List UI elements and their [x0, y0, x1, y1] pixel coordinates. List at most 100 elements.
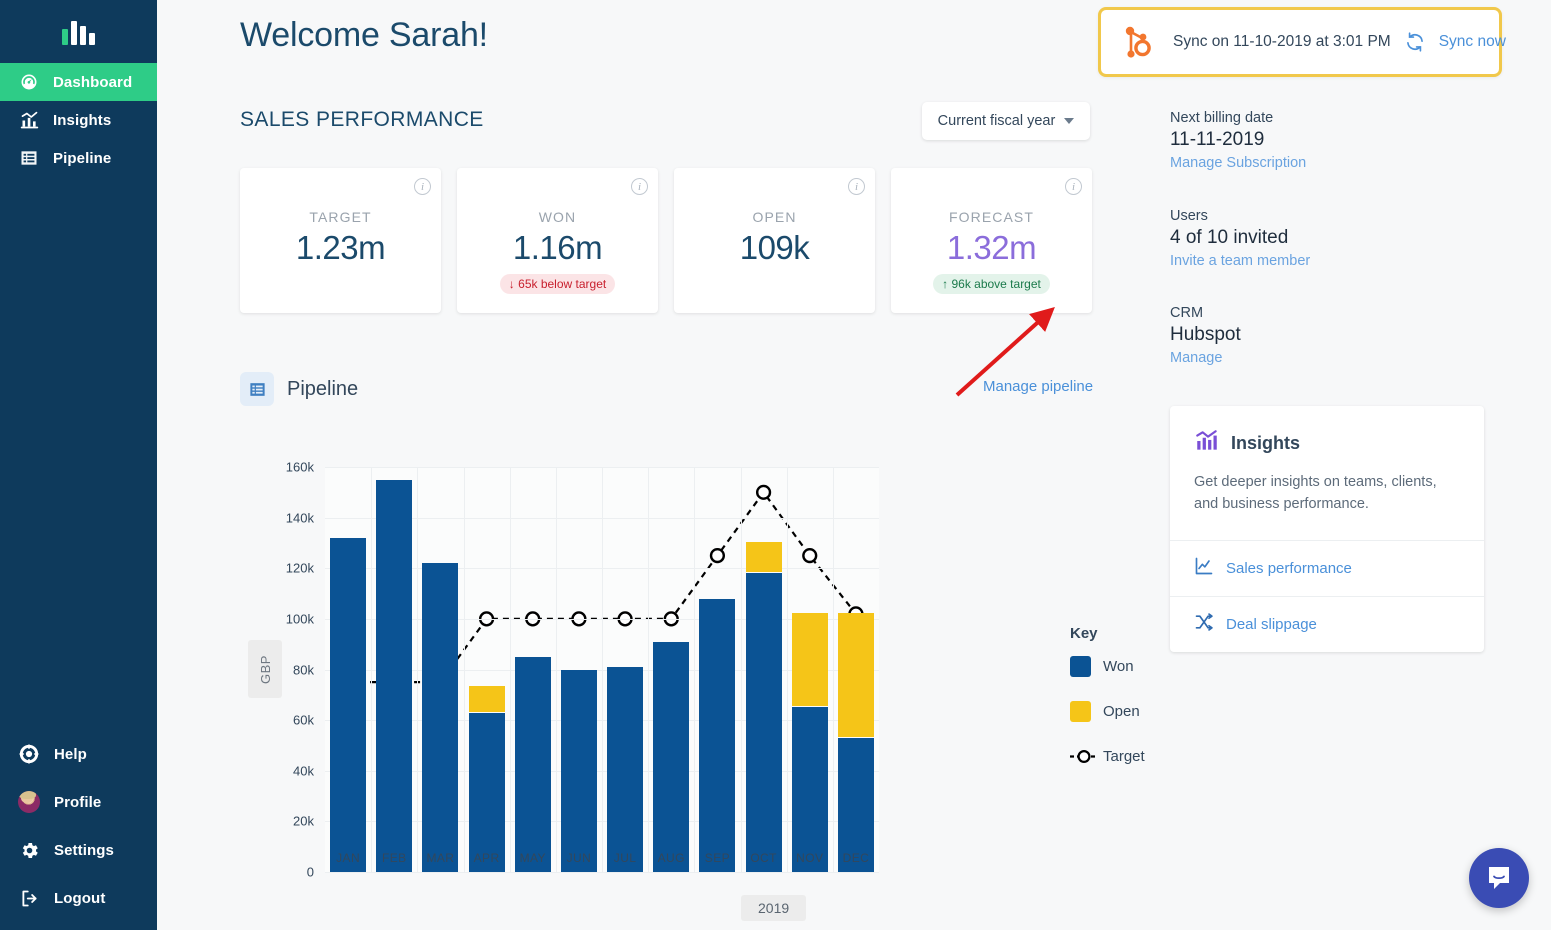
- bar-segment-won: [699, 598, 736, 872]
- legend-label: Open: [1103, 703, 1140, 720]
- x-axis-tick: APR: [473, 851, 500, 865]
- fiscal-period-value: Current fiscal year: [937, 113, 1056, 129]
- sidebar-item-insights[interactable]: Insights: [0, 101, 157, 139]
- speedometer-icon: [18, 71, 40, 93]
- chart-gridline-vertical: [602, 467, 603, 872]
- metric-card-target[interactable]: i TARGET 1.23m: [240, 168, 441, 313]
- metric-value: 1.23m: [295, 229, 386, 266]
- chat-bubble-button[interactable]: [1469, 848, 1529, 908]
- chart-bar-jul[interactable]: [607, 467, 644, 872]
- info-icon[interactable]: i: [1065, 178, 1082, 195]
- avatar-icon: [18, 791, 40, 813]
- y-axis-tick: 0: [306, 864, 314, 880]
- bar-segment-won: [745, 573, 782, 872]
- status-badge: ↓ 65k below target: [499, 274, 616, 294]
- badge-arrow-up-icon: ↑: [942, 277, 949, 291]
- chart-gridline-vertical: [417, 467, 419, 872]
- sidebar: Dashboard Insights Pipeline Help Profile…: [0, 0, 157, 930]
- sidebar-item-label: Insights: [53, 111, 112, 129]
- chart-bar-feb[interactable]: [376, 467, 413, 872]
- metric-card-open[interactable]: i OPEN 109k: [674, 168, 875, 313]
- legend-item-open[interactable]: Open: [1070, 701, 1145, 722]
- insights-link-deal-slippage[interactable]: Deal slippage: [1170, 595, 1484, 652]
- fiscal-period-select[interactable]: Current fiscal year: [922, 102, 1090, 140]
- users-label: Users: [1170, 208, 1208, 224]
- chart-bar-jan[interactable]: [330, 467, 367, 872]
- metric-card-won[interactable]: i WON 1.16m ↓ 65k below target: [457, 168, 658, 313]
- bar-segment-won: [791, 707, 828, 872]
- x-axis-tick: NOV: [796, 851, 824, 865]
- chart-bar-mar[interactable]: [422, 467, 459, 872]
- insights-link-sales-performance[interactable]: Sales performance: [1170, 539, 1484, 596]
- info-icon[interactable]: i: [848, 178, 865, 195]
- x-axis-tick: SEP: [704, 851, 731, 865]
- crm-block: CRM Hubspot Manage: [1170, 305, 1241, 366]
- info-icon[interactable]: i: [414, 178, 431, 195]
- manage-pipeline-link[interactable]: Manage pipeline: [983, 378, 1093, 395]
- chart-bar-apr[interactable]: [468, 467, 505, 872]
- sidebar-item-help[interactable]: Help: [0, 730, 157, 778]
- metric-card-forecast[interactable]: i FORECAST 1.32m ↑ 96k above target: [891, 168, 1092, 313]
- bar-segment-won: [376, 479, 413, 872]
- manage-crm-link[interactable]: Manage: [1170, 350, 1241, 366]
- metric-value: 109k: [739, 229, 810, 266]
- legend-item-won[interactable]: Won: [1070, 656, 1145, 677]
- metric-label: OPEN: [752, 209, 797, 225]
- legend-label: Target: [1103, 748, 1145, 765]
- pipeline-chart: GBP 160k 140k 120k 100k 80k 60k 40k 20k 0 2019 K…: [240, 440, 1240, 930]
- chart-bar-sep[interactable]: [699, 467, 736, 872]
- x-axis-tick: MAR: [426, 851, 455, 865]
- y-axis-tick: 140k: [285, 510, 314, 526]
- chart-gridline: [325, 872, 879, 873]
- legend-swatch-open: [1070, 701, 1091, 722]
- chart-bar-aug[interactable]: [653, 467, 690, 872]
- legend-swatch-target: [1070, 746, 1098, 767]
- bar-chart-up-icon: [18, 109, 40, 131]
- sidebar-item-profile[interactable]: Profile: [0, 778, 157, 826]
- sidebar-item-pipeline[interactable]: Pipeline: [0, 139, 157, 177]
- chart-gridline-vertical: [371, 467, 373, 872]
- crm-label: CRM: [1170, 305, 1204, 321]
- chart-bar-oct[interactable]: [745, 467, 782, 872]
- sidebar-item-label: Help: [54, 745, 87, 763]
- list-box-icon: [18, 147, 40, 169]
- sidebar-item-label: Profile: [54, 793, 102, 811]
- metric-value: 1.16m: [512, 229, 603, 266]
- y-axis-tick: 60k: [293, 712, 314, 728]
- badge-text: 96k above target: [951, 277, 1041, 291]
- app-logo[interactable]: [0, 0, 157, 63]
- chart-gridline-vertical: [786, 467, 788, 872]
- sidebar-item-label: Logout: [54, 889, 106, 907]
- billing-block: Next billing date 11-11-2019 Manage Subs…: [1170, 110, 1306, 171]
- legend-item-target[interactable]: Target: [1070, 746, 1145, 767]
- y-axis-tick: 20k: [293, 813, 314, 829]
- page-title: Welcome Sarah!: [240, 16, 488, 54]
- sidebar-item-logout[interactable]: Logout: [0, 874, 157, 922]
- insights-card-title: Insights: [1231, 433, 1301, 453]
- pipeline-title: Pipeline: [287, 377, 359, 400]
- sidebar-item-label: Dashboard: [53, 73, 133, 91]
- account-panel: Next billing date 11-11-2019 Manage Subs…: [1160, 0, 1551, 930]
- metric-cards: i TARGET 1.23m i WON 1.16m ↓ 65k below t…: [240, 168, 1092, 313]
- manage-subscription-link[interactable]: Manage Subscription: [1170, 155, 1306, 171]
- sidebar-bottom-nav: Help Profile Settings Logout: [0, 730, 157, 922]
- chat-bubble-icon: [1489, 867, 1509, 889]
- info-icon[interactable]: i: [631, 178, 648, 195]
- chart-bar-jun[interactable]: [560, 467, 597, 872]
- y-axis-tick: 160k: [285, 459, 314, 475]
- chart-bar-nov[interactable]: [791, 467, 828, 872]
- chart-gridline-vertical: [740, 467, 742, 872]
- section-title-sales-performance: SALES PERFORMANCE: [240, 108, 484, 131]
- sidebar-item-settings[interactable]: Settings: [0, 826, 157, 874]
- chart-gridline-vertical: [509, 467, 511, 872]
- metric-label: TARGET: [309, 209, 372, 225]
- logo-bars-icon: [62, 19, 95, 45]
- chart-bar-dec[interactable]: [837, 467, 874, 872]
- bar-segment-won: [468, 712, 505, 872]
- y-axis-tick: 120k: [285, 560, 314, 576]
- sidebar-item-dashboard[interactable]: Dashboard: [0, 63, 157, 101]
- x-axis-tick: DEC: [842, 851, 870, 865]
- avatar: [18, 791, 40, 813]
- chart-bar-may[interactable]: [514, 467, 551, 872]
- invite-team-member-link[interactable]: Invite a team member: [1170, 253, 1310, 269]
